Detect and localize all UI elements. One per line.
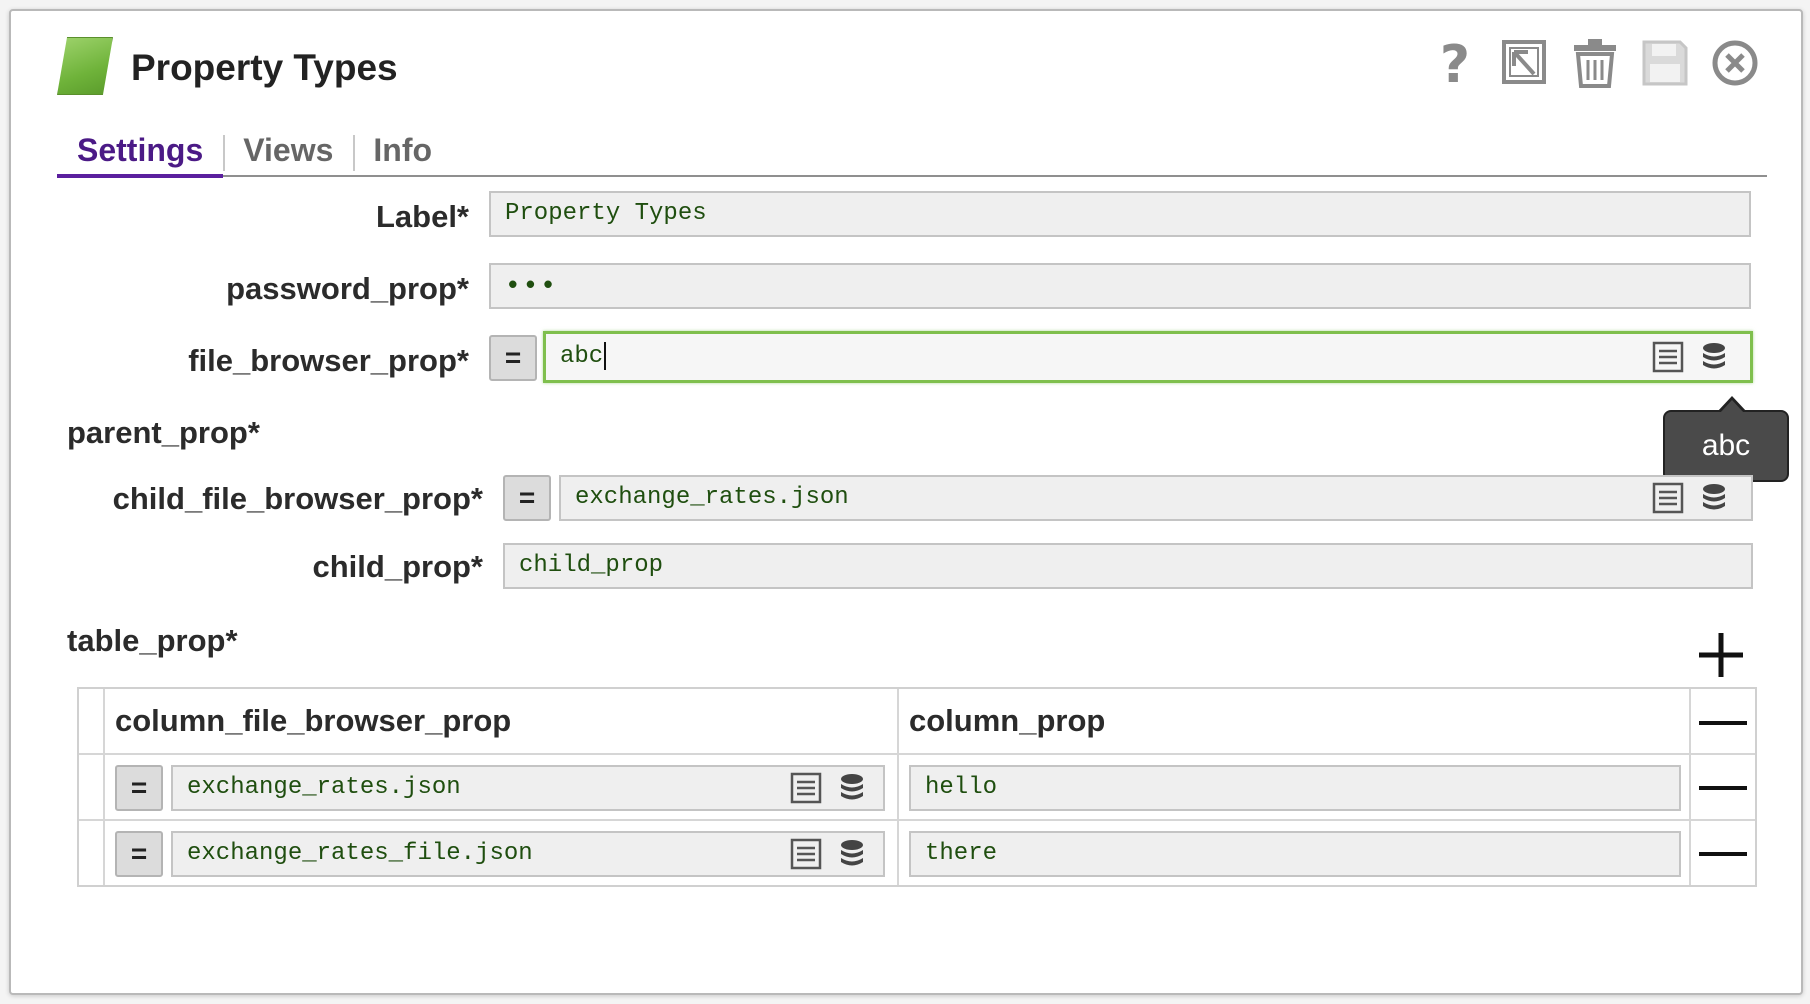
- tab-bar: Settings Views Info: [57, 129, 1767, 178]
- file-browser-prop-input[interactable]: abc: [543, 331, 1753, 383]
- row-file-input[interactable]: exchange_rates.json: [171, 765, 885, 811]
- trash-icon: [1574, 39, 1616, 88]
- row-prop-input[interactable]: there: [909, 831, 1681, 877]
- remove-row-minus-icon[interactable]: [1699, 786, 1747, 790]
- table-prop-label: table_prop*: [67, 623, 238, 658]
- help-button[interactable]: ?: [1427, 33, 1483, 93]
- tab-info[interactable]: Info: [353, 131, 452, 175]
- row-database-icon[interactable]: [835, 771, 869, 805]
- child-prop-label: child_prop*: [312, 549, 483, 584]
- question-icon: ?: [1440, 36, 1470, 90]
- property-types-dialog: Property Types ? Settings Views Info Lab…: [9, 9, 1803, 995]
- row-file-list-icon[interactable]: [789, 837, 823, 871]
- expression-toggle-button[interactable]: =: [489, 335, 537, 381]
- file-browser-prop-label: file_browser_prop*: [188, 343, 469, 378]
- save-icon: [1642, 40, 1688, 86]
- tab-views[interactable]: Views: [223, 131, 353, 175]
- table-divider: [1689, 689, 1691, 885]
- child-prop-input[interactable]: child_prop: [503, 543, 1753, 589]
- column-header-prop: column_prop: [909, 703, 1106, 738]
- delete-button[interactable]: [1567, 33, 1623, 93]
- save-button[interactable]: [1637, 33, 1693, 93]
- row-expression-toggle-button[interactable]: =: [115, 831, 163, 877]
- child-file-browser-prop-input[interactable]: exchange_rates.json: [559, 475, 1753, 521]
- table-divider: [79, 753, 1755, 755]
- remove-row-minus-icon[interactable]: [1699, 852, 1747, 856]
- snap-logo-icon: [57, 37, 113, 95]
- row-expression-toggle-button[interactable]: =: [115, 765, 163, 811]
- table-prop-table: column_file_browser_prop column_prop = e…: [77, 687, 1757, 887]
- close-button[interactable]: [1707, 33, 1763, 93]
- file-browser-list-icon[interactable]: [1651, 340, 1685, 374]
- remove-column-minus-icon[interactable]: [1699, 721, 1747, 725]
- dialog-title: Property Types: [131, 47, 398, 88]
- export-button[interactable]: [1497, 33, 1553, 93]
- row-database-icon[interactable]: [835, 837, 869, 871]
- close-icon: [1712, 40, 1758, 86]
- table-divider: [897, 689, 899, 885]
- text-caret: [604, 341, 607, 370]
- database-icon[interactable]: [1697, 340, 1731, 374]
- svg-text:?: ?: [1440, 36, 1470, 90]
- password-prop-input[interactable]: •••: [489, 263, 1751, 309]
- tab-settings[interactable]: Settings: [57, 131, 224, 178]
- file-browser-prop-value: abc: [560, 343, 604, 370]
- row-prop-input[interactable]: hello: [909, 765, 1681, 811]
- child-file-browser-prop-label: child_file_browser_prop*: [112, 481, 483, 516]
- child-expression-toggle-button[interactable]: =: [503, 475, 551, 521]
- add-row-plus-icon[interactable]: [1695, 629, 1747, 681]
- column-header-file-browser: column_file_browser_prop: [115, 703, 512, 738]
- parent-prop-label: parent_prop*: [67, 415, 260, 450]
- child-file-browser-list-icon[interactable]: [1651, 481, 1685, 515]
- dialog-toolbar: ?: [1427, 33, 1763, 93]
- label-field-label: Label*: [375, 199, 469, 234]
- table-divider: [79, 819, 1755, 821]
- label-input[interactable]: Property Types: [489, 191, 1751, 237]
- row-file-list-icon[interactable]: [789, 771, 823, 805]
- export-icon: [1502, 40, 1546, 84]
- row-file-input[interactable]: exchange_rates_file.json: [171, 831, 885, 877]
- tooltip: abc: [1663, 396, 1789, 482]
- table-divider: [103, 689, 105, 885]
- password-prop-label: password_prop*: [226, 271, 469, 306]
- child-database-icon[interactable]: [1697, 481, 1731, 515]
